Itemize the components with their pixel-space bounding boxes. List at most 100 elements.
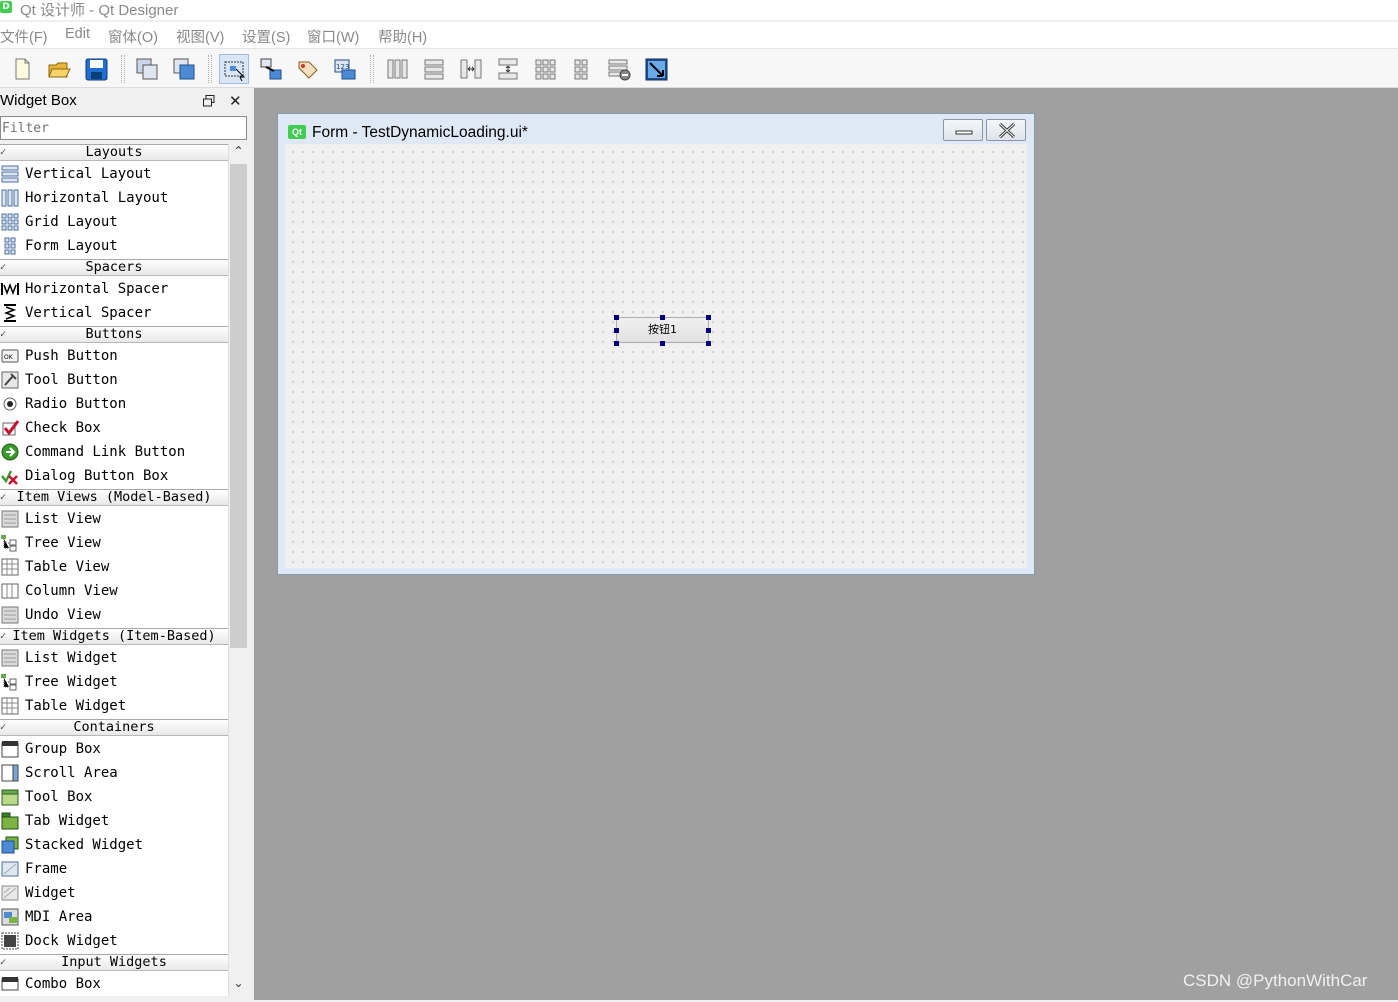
widget-item[interactable]: List View <box>0 507 228 531</box>
widget-list-scrollbar[interactable]: ⌃ ⌄ <box>228 144 248 996</box>
form-title-bar[interactable]: Qt Form - TestDynamicLoading.ui* <box>278 114 1034 144</box>
menu-form[interactable]: 窗体(O) <box>108 26 158 47</box>
layout-form-button[interactable] <box>567 54 597 84</box>
widget-item[interactable]: Dock Widget <box>0 929 228 953</box>
edit-widgets-button[interactable] <box>219 54 249 84</box>
mdi-area-icon <box>1 908 19 926</box>
form-canvas[interactable]: 按钮1 <box>285 144 1027 568</box>
widget-item-label: Tool Box <box>25 789 93 805</box>
widget-item[interactable]: Column View <box>0 579 228 603</box>
expand-chevron-icon: ✓ <box>0 957 7 968</box>
toolbar-separator <box>121 55 125 83</box>
layout-grid-button[interactable] <box>530 54 560 84</box>
category-header[interactable]: ✓ Item Views (Model-Based) <box>0 489 228 506</box>
edit-tab-order-button[interactable]: 123 <box>330 54 360 84</box>
float-dock-button[interactable] <box>203 94 215 107</box>
widget-item[interactable]: Radio Button <box>0 392 228 416</box>
menu-window[interactable]: 窗口(W) <box>307 26 359 47</box>
widget-item[interactable]: Tab Widget <box>0 809 228 833</box>
widget-item[interactable]: Group Box <box>0 737 228 761</box>
open-form-button[interactable] <box>44 54 74 84</box>
selection-handle[interactable] <box>660 315 665 320</box>
selection-handle[interactable] <box>706 328 711 333</box>
widget-item[interactable]: Tree Widget <box>0 670 228 694</box>
selection-handle[interactable] <box>706 341 711 346</box>
close-dock-button[interactable]: ✕ <box>229 92 242 110</box>
menu-edit[interactable]: Edit <box>65 26 90 42</box>
widget-item[interactable]: Vertical Spacer <box>0 301 228 325</box>
stacked-widget-icon <box>1 836 19 854</box>
widget-item[interactable]: Command Link Button <box>0 440 228 464</box>
widget-item[interactable]: Horizontal Layout <box>0 186 228 210</box>
close-form-button[interactable] <box>986 119 1026 141</box>
widget-item-label: Radio Button <box>25 396 127 412</box>
widget-item[interactable]: Tool Button <box>0 368 228 392</box>
selection-handle[interactable] <box>614 328 619 333</box>
widget-item[interactable]: Horizontal Spacer <box>0 277 228 301</box>
widget-item[interactable]: Table View <box>0 555 228 579</box>
widget-item[interactable]: List Widget <box>0 646 228 670</box>
float-icon <box>203 95 215 107</box>
filter-input[interactable] <box>0 116 247 140</box>
save-form-button[interactable] <box>81 54 111 84</box>
expand-chevron-icon: ✓ <box>0 147 7 158</box>
widget-item[interactable]: Grid Layout <box>0 210 228 234</box>
selection-handle[interactable] <box>614 341 619 346</box>
category-header[interactable]: ✓ Item Widgets (Item-Based) <box>0 628 228 645</box>
category-header[interactable]: ✓ Containers <box>0 719 228 736</box>
category-header[interactable]: ✓ Input Widgets <box>0 954 228 971</box>
category-label: Layouts <box>85 144 143 160</box>
widget-item[interactable]: OK Push Button <box>0 344 228 368</box>
vertical-splitter-icon <box>498 58 518 80</box>
widget-item-label: Tool Button <box>25 372 118 388</box>
watermark: CSDN @PythonWithCar <box>1183 971 1368 990</box>
menu-file[interactable]: 文件(F) <box>0 26 48 47</box>
layout-horizontal-button[interactable] <box>382 54 412 84</box>
selection-handle[interactable] <box>706 315 711 320</box>
category-header[interactable]: ✓ Spacers <box>0 259 228 276</box>
send-to-back-button[interactable] <box>132 54 162 84</box>
widget-item[interactable]: MDI Area <box>0 905 228 929</box>
widget-item[interactable]: Check Box <box>0 416 228 440</box>
widget-item[interactable]: Form Layout <box>0 234 228 258</box>
widget-item[interactable]: Frame <box>0 857 228 881</box>
selection-handle[interactable] <box>660 341 665 346</box>
widget-item[interactable]: Undo View <box>0 603 228 627</box>
widget-item[interactable]: Widget <box>0 881 228 905</box>
widget-item[interactable]: Table Widget <box>0 694 228 718</box>
break-layout-button[interactable] <box>604 54 634 84</box>
edit-signals-slots-button[interactable] <box>256 54 286 84</box>
adjust-size-button[interactable] <box>641 54 671 84</box>
widget-item[interactable]: Scroll Area <box>0 761 228 785</box>
minimize-button[interactable] <box>943 119 983 141</box>
form-layout-icon <box>574 59 588 80</box>
vertical-spacer-icon <box>1 304 19 322</box>
scrollbar-thumb[interactable] <box>230 164 247 648</box>
menu-settings[interactable]: 设置(S) <box>242 26 290 47</box>
new-form-button[interactable] <box>7 54 37 84</box>
layout-vertical-button[interactable] <box>419 54 449 84</box>
widget-item-label: Column View <box>25 583 118 599</box>
widget-item[interactable]: Combo Box <box>0 972 228 996</box>
widget-item[interactable]: Dialog Button Box <box>0 464 228 488</box>
category-header[interactable]: ✓ Buttons <box>0 326 228 343</box>
edit-buddies-button[interactable] <box>293 54 323 84</box>
scroll-down-button[interactable]: ⌄ <box>229 976 248 994</box>
widget-item-label: Command Link Button <box>25 444 186 460</box>
scroll-up-button[interactable]: ⌃ <box>229 144 248 162</box>
push-button[interactable]: 按钮1 <box>616 317 709 343</box>
widget-item[interactable]: Tool Box <box>0 785 228 809</box>
undo-view-icon <box>1 606 19 624</box>
layout-horizontal-splitter-button[interactable] <box>456 54 486 84</box>
menu-view[interactable]: 视图(V) <box>176 26 224 47</box>
widget-item[interactable]: Stacked Widget <box>0 833 228 857</box>
selection-handle[interactable] <box>614 315 619 320</box>
category-header[interactable]: ✓ Layouts <box>0 144 228 161</box>
layout-vertical-splitter-button[interactable] <box>493 54 523 84</box>
widget-item[interactable]: Vertical Layout <box>0 162 228 186</box>
bring-to-front-button[interactable] <box>169 54 199 84</box>
menu-help[interactable]: 帮助(H) <box>378 26 427 47</box>
buddy-icon <box>298 61 318 79</box>
widget-item[interactable]: Tree View <box>0 531 228 555</box>
qt-logo-icon: Qt <box>288 125 306 139</box>
